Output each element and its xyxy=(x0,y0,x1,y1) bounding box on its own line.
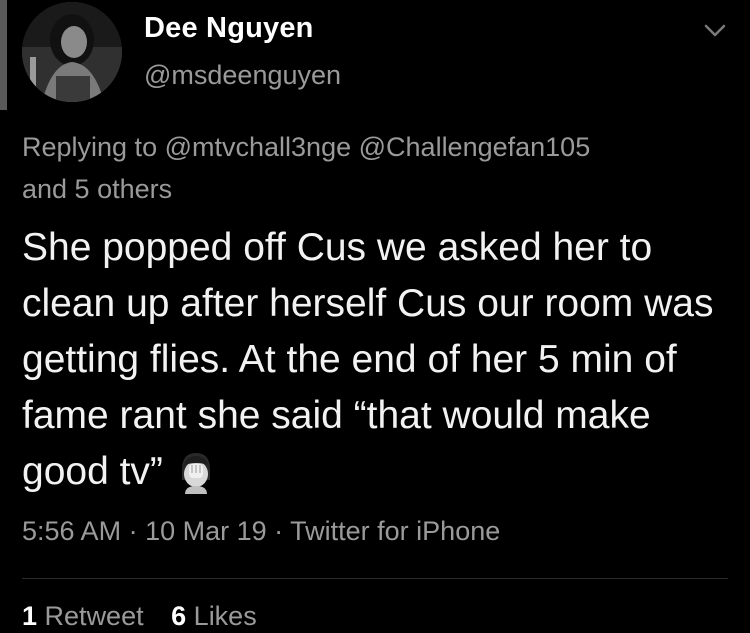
tweet-time[interactable]: 5:56 AM xyxy=(22,516,121,546)
retweets-label: Retweet xyxy=(44,601,144,631)
tweet-source[interactable]: Twitter for iPhone xyxy=(290,516,500,546)
face-palm-emoji-icon xyxy=(181,453,210,494)
avatar[interactable] xyxy=(22,2,122,102)
likes-count: 6 xyxy=(171,601,187,631)
avatar-photo xyxy=(22,2,122,102)
reply-mention-challengefan105[interactable]: @Challengefan105 xyxy=(359,132,591,162)
retweets-stat[interactable]: 1 Retweet xyxy=(22,601,151,631)
tweet-text: She popped off Cus we asked her to clean… xyxy=(22,226,714,493)
meta-separator: · xyxy=(266,516,291,546)
chevron-down-icon[interactable] xyxy=(700,18,730,44)
reply-prefix: Replying to xyxy=(22,132,158,162)
tweet-detail: Dee Nguyen @msdeenguyen Replying to @mtv… xyxy=(0,0,750,633)
tweet-stats: 1 Retweet 6 Likes xyxy=(22,601,277,632)
divider xyxy=(22,578,728,579)
likes-stat[interactable]: 6 Likes xyxy=(171,601,257,631)
tweet-body: She popped off Cus we asked her to clean… xyxy=(22,220,737,500)
reply-others-link[interactable]: and 5 others xyxy=(22,174,172,204)
reply-context: Replying to @mtvchall3nge @Challengefan1… xyxy=(22,126,722,210)
meta-separator: · xyxy=(121,516,146,546)
tweet-metadata: 5:56 AM · 10 Mar 19 · Twitter for iPhone xyxy=(22,516,500,547)
likes-label: Likes xyxy=(193,601,257,631)
author-handle[interactable]: @msdeenguyen xyxy=(144,60,341,91)
reply-mention-mtvchall3nge[interactable]: @mtvchall3nge xyxy=(165,132,352,162)
retweets-count: 1 xyxy=(22,601,38,631)
tweet-date[interactable]: 10 Mar 19 xyxy=(145,516,267,546)
left-edge-bar xyxy=(0,0,7,110)
author-display-name[interactable]: Dee Nguyen xyxy=(144,12,314,45)
